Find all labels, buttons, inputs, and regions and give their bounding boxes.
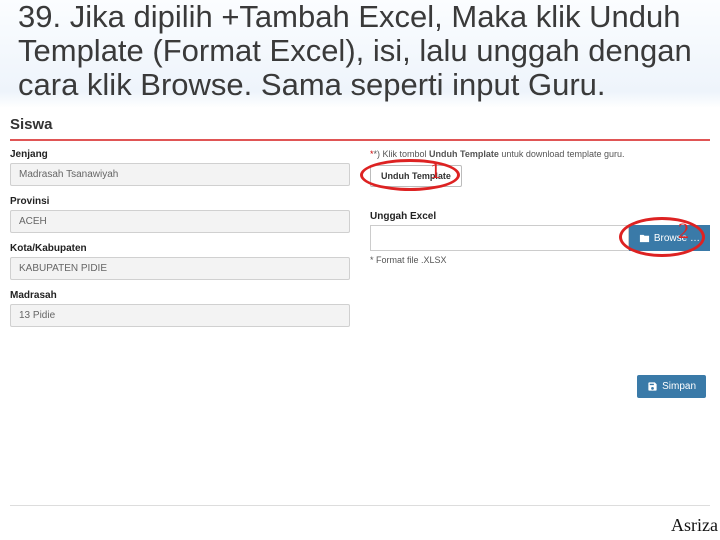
right-column: **) Klik tombol Unduh Template untuk dow… [370, 149, 710, 337]
field-jenjang: Jenjang [10, 149, 350, 186]
field-provinsi: Provinsi [10, 196, 350, 233]
title-divider [10, 139, 710, 141]
label-madrasah: Madrasah [10, 290, 350, 301]
label-provinsi: Provinsi [10, 196, 350, 207]
browse-button[interactable]: Browse … [629, 225, 710, 251]
upload-path-input[interactable] [370, 225, 629, 251]
field-unggah: Unggah Excel Browse … * Format file .XLS… [370, 211, 710, 265]
browse-button-label: Browse … [654, 233, 700, 244]
format-note: * Format file .XLSX [370, 255, 710, 265]
save-icon [647, 381, 658, 392]
download-template-button[interactable]: Unduh Template [370, 165, 462, 187]
helper-text: **) Klik tombol Unduh Template untuk dow… [370, 149, 710, 159]
folder-open-icon [639, 233, 650, 244]
field-kota: Kota/Kabupaten [10, 243, 350, 280]
footer-author: Asriza [671, 515, 718, 536]
input-madrasah[interactable] [10, 304, 350, 327]
footer-divider [10, 505, 710, 506]
app-panel: Siswa Jenjang Provinsi Kota/Kabupaten Ma… [0, 108, 720, 398]
input-provinsi[interactable] [10, 210, 350, 233]
label-jenjang: Jenjang [10, 149, 350, 160]
callout-number-1: 1 [430, 158, 441, 184]
callout-number-2: 2 [678, 218, 689, 244]
save-button[interactable]: Simpan [637, 375, 706, 398]
label-unggah: Unggah Excel [370, 211, 710, 222]
slide-title: 39. Jika dipilih +Tambah Excel, Maka kli… [0, 0, 720, 108]
save-button-label: Simpan [662, 381, 696, 392]
input-jenjang[interactable] [10, 163, 350, 186]
page-title: Siswa [10, 116, 710, 133]
input-kota[interactable] [10, 257, 350, 280]
label-kota: Kota/Kabupaten [10, 243, 350, 254]
field-madrasah: Madrasah [10, 290, 350, 327]
left-column: Jenjang Provinsi Kota/Kabupaten Madrasah [10, 149, 350, 337]
